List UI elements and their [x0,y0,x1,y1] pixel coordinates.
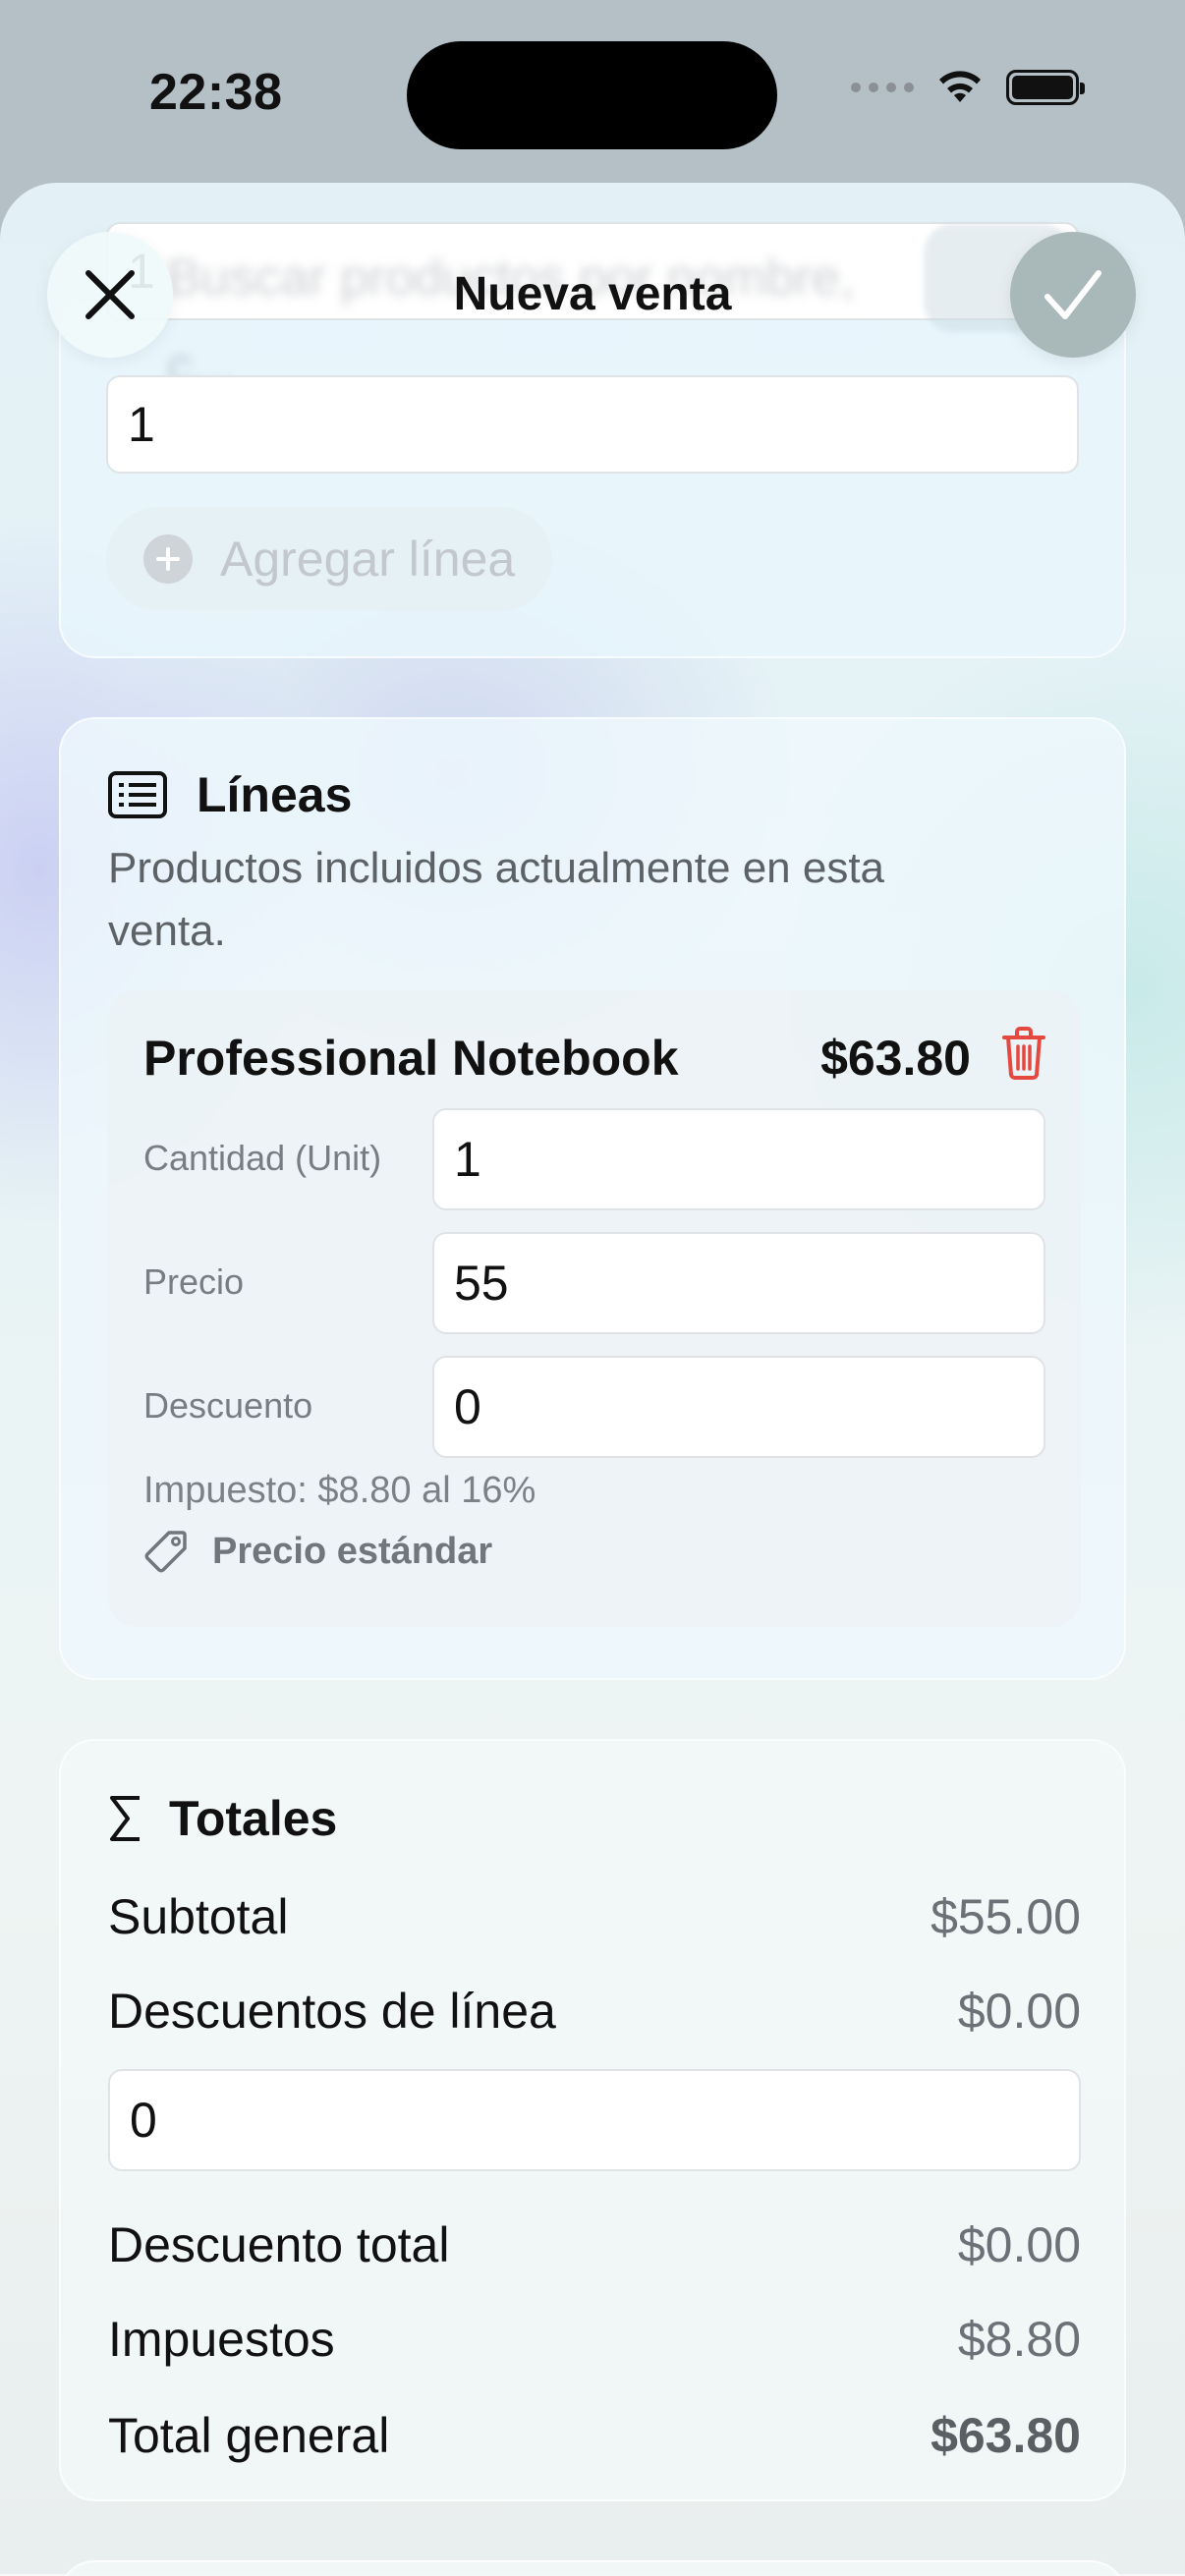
lines-card: Líneas Productos incluidos actualmente e… [59,717,1126,1680]
cellular-icon [851,83,914,92]
line-price-input[interactable]: 55 [432,1232,1045,1334]
dynamic-island [407,41,777,149]
line-tax-text: Impuesto: $8.80 al 16% [143,1470,536,1511]
line-item-name: Professional Notebook [143,1031,679,1086]
status-icons [851,69,1085,106]
lines-subtitle: Productos incluidos actualmente en esta … [108,844,885,955]
subtotal-label: Subtotal [108,1889,289,1944]
lines-header: Líneas [108,766,352,823]
line-discounts-row: Descuentos de línea $0.00 [108,1983,1081,2040]
line-item: Professional Notebook $63.80 Cantidad (U… [108,990,1081,1627]
wifi-icon [939,71,981,102]
next-card-peek [59,2560,1126,2576]
price-list-row[interactable]: Precio estándar [143,1529,492,1574]
taxes-label: Impuestos [108,2312,335,2367]
lines-title: Líneas [197,767,353,822]
close-button[interactable] [47,232,173,358]
totals-header: Totales [108,1790,337,1847]
line-discounts-value: $0.00 [957,1984,1081,2039]
add-quantity-value: 1 [128,397,155,452]
confirm-sale-button[interactable] [1010,232,1136,358]
global-discount-input[interactable]: 0 [108,2069,1081,2171]
subtotal-value: $55.00 [931,1889,1081,1944]
total-discount-value: $0.00 [957,2217,1081,2272]
delete-line-button[interactable] [1000,1026,1047,1086]
total-discount-row: Descuento total $0.00 [108,2216,1081,2273]
page-title: Nueva venta [453,268,732,320]
price-list-label: Precio estándar [212,1530,493,1572]
sigma-icon [110,1796,140,1841]
subtotal-row: Subtotal $55.00 [108,1888,1081,1945]
line-item-total: $63.80 [820,1031,971,1086]
trash-icon [1002,1027,1045,1080]
line-discounts-label: Descuentos de línea [108,1984,556,2039]
quantity-label: Cantidad (Unit) [143,1138,382,1178]
grand-total-value: $63.80 [931,2408,1081,2463]
battery-icon [1006,70,1085,105]
grand-total-label: Total general [108,2408,390,2463]
add-line-button[interactable]: Agregar línea [106,507,552,611]
discount-label: Descuento [143,1385,313,1426]
status-time: 22:38 [149,64,283,121]
checkmark-icon [1044,270,1101,319]
list-icon [108,771,167,818]
totals-title: Totales [169,1791,338,1846]
totals-card: Totales Subtotal $55.00 Descuentos de lí… [59,1739,1126,2501]
line-discount-input[interactable]: 0 [432,1356,1045,1458]
grand-total-row: Total general $63.80 [108,2407,1081,2464]
close-icon [85,270,135,319]
price-label: Precio [143,1261,245,1302]
total-discount-label: Descuento total [108,2217,450,2272]
taxes-value: $8.80 [957,2312,1081,2367]
tag-icon [144,1531,187,1573]
line-quantity-input[interactable]: 1 [432,1108,1045,1210]
taxes-row: Impuestos $8.80 [108,2311,1081,2368]
add-line-label: Agregar línea [220,532,516,587]
new-sale-sheet: 1 Buscar productos por nombre, c... Nuev… [0,183,1185,2576]
plus-circle-icon [143,534,193,584]
add-quantity-input[interactable]: 1 [106,375,1079,474]
